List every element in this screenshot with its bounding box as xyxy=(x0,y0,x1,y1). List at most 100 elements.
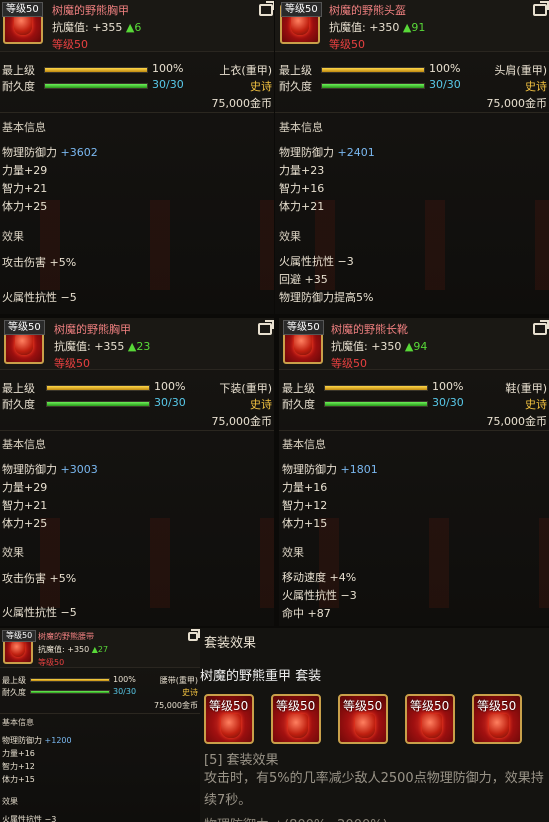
share-icon[interactable] xyxy=(533,320,549,335)
equipment-slot: 上衣(重甲) xyxy=(219,64,272,77)
stat-physical-defense: 物理防御力 +1801 xyxy=(282,463,378,476)
equipment-slot: 头肩(重甲) xyxy=(494,64,547,77)
level-requirement: 等级50 xyxy=(52,38,88,51)
level-requirement: 等级50 xyxy=(329,38,365,51)
max-level-percent: 100% xyxy=(432,380,464,393)
basic-info-title: 基本信息 xyxy=(282,438,326,451)
item-name: 树魔的野熊长靴 xyxy=(331,323,408,336)
set-bonus-header: [5] 套装效果 xyxy=(204,753,279,768)
effect-title: 效果 xyxy=(2,230,24,243)
share-icon[interactable] xyxy=(259,1,274,16)
effect-title: 效果 xyxy=(2,797,18,806)
effect-line: 回避 +35 xyxy=(279,273,328,286)
effect-title: 效果 xyxy=(2,546,24,559)
basic-info-title: 基本信息 xyxy=(2,718,34,727)
stat-intelligence: 智力+12 xyxy=(282,499,328,512)
price-label: 75,000金币 xyxy=(211,97,273,110)
stat-vitality: 体力+15 xyxy=(282,517,328,530)
stat-physical-defense: 物理防御力 +3602 xyxy=(2,146,98,159)
share-icon[interactable] xyxy=(533,1,549,16)
set-piece-boots-slot[interactable]: 等级50 xyxy=(472,694,522,744)
set-piece-helmet-slot[interactable]: 等级50 xyxy=(271,694,321,744)
effect-line: 攻击伤害 +5% xyxy=(2,572,77,585)
set-piece-belt-slot[interactable]: 等级50 xyxy=(405,694,455,744)
set-piece-chest-slot[interactable]: 等级50 xyxy=(204,694,254,744)
divider xyxy=(279,430,549,431)
max-level-label: 最上级 xyxy=(2,64,35,77)
max-level-percent: 100% xyxy=(113,675,136,684)
durability-label: 耐久度 xyxy=(2,80,35,93)
max-level-bar xyxy=(321,67,425,73)
stat-vitality: 体力+25 xyxy=(2,200,48,213)
effect-line: 攻击伤害 +5% xyxy=(2,256,77,269)
stat-strength: 力量+29 xyxy=(2,481,48,494)
effect-line: 命中 +87 xyxy=(282,607,331,620)
stat-intelligence: 智力+16 xyxy=(279,182,325,195)
effect-line: 火属性抗性 −5 xyxy=(2,291,77,304)
effect-line: 火属性抗性 −3 xyxy=(282,589,357,602)
basic-info-title: 基本信息 xyxy=(279,121,323,134)
equipment-slot: 下装(重甲) xyxy=(219,382,272,395)
item-tooltip-chest: 等级50 树魔的野熊胸甲 抗魔值: +355 ▲6 等级50 最上级 100% … xyxy=(0,0,274,314)
set-effect-panel: 套装效果 树魔的野熊重甲 套装 等级50 等级50 等级50 等级50 等级50… xyxy=(200,628,549,822)
enchant-value: 抗魔值: +355 ▲6 xyxy=(52,21,142,34)
effect-line: 火属性抗性 −3 xyxy=(2,815,57,822)
durability-label: 耐久度 xyxy=(282,398,315,411)
max-level-bar xyxy=(44,67,148,73)
set-piece-pants-slot[interactable]: 等级50 xyxy=(338,694,388,744)
level-badge: 等级50 xyxy=(2,2,43,17)
durability-value: 30/30 xyxy=(152,78,184,91)
item-name: 树魔的野熊胸甲 xyxy=(54,323,131,336)
set-name: 树魔的野熊重甲 套装 xyxy=(200,669,322,684)
durability-value: 30/30 xyxy=(432,396,464,409)
stat-intelligence: 智力+21 xyxy=(2,182,48,195)
item-tooltip-belt: 等级50 树魔的野熊腰带 抗魔值: +350 ▲27 等级50 最上级 100%… xyxy=(0,628,200,822)
stat-physical-defense: 物理防御力 +1200 xyxy=(2,736,72,745)
rarity-label: 史诗 xyxy=(525,398,547,411)
divider xyxy=(0,713,200,714)
rarity-label: 史诗 xyxy=(182,688,198,697)
equipment-slot: 鞋(重甲) xyxy=(505,382,547,395)
durability-bar xyxy=(30,690,110,694)
stat-strength: 力量+16 xyxy=(282,481,328,494)
share-icon[interactable] xyxy=(188,629,200,641)
max-level-bar xyxy=(324,385,428,391)
stat-physical-defense: 物理防御力 +3003 xyxy=(2,463,98,476)
durability-bar xyxy=(44,83,148,89)
level-requirement: 等级50 xyxy=(331,357,367,370)
durability-value: 30/30 xyxy=(113,687,137,696)
max-level-bar xyxy=(30,678,110,682)
effect-line: 火属性抗性 −5 xyxy=(2,606,77,619)
stat-vitality: 体力+15 xyxy=(2,775,35,784)
stat-strength: 力量+23 xyxy=(279,164,325,177)
durability-bar xyxy=(46,401,150,407)
basic-info-title: 基本信息 xyxy=(2,121,46,134)
durability-value: 30/30 xyxy=(429,78,461,91)
durability-bar xyxy=(324,401,428,407)
durability-label: 耐久度 xyxy=(2,688,26,697)
stat-strength: 力量+29 xyxy=(2,164,48,177)
level-requirement: 等级50 xyxy=(54,357,90,370)
max-level-label: 最上级 xyxy=(2,382,35,395)
rarity-label: 史诗 xyxy=(250,398,272,411)
divider xyxy=(0,430,274,431)
level-badge: 等级50 xyxy=(283,320,324,335)
level-badge: 等级50 xyxy=(281,2,322,17)
price-label: 75,000金币 xyxy=(486,97,548,110)
enchant-value: 抗魔值: +350 ▲91 xyxy=(329,21,426,34)
level-badge: 等级50 xyxy=(2,630,37,642)
effect-line: 移动速度 +4% xyxy=(282,571,357,584)
set-bonus-description: 攻击时，有5%的几率减少敌人2500点物理防御力，效果持续7秒。 xyxy=(204,771,544,808)
share-icon[interactable] xyxy=(258,320,274,335)
enchant-value: 抗魔值: +350 ▲27 xyxy=(38,645,109,654)
level-badge: 等级50 xyxy=(4,320,45,335)
divider xyxy=(0,112,274,113)
item-name: 树魔的野熊胸甲 xyxy=(52,4,129,17)
set-effect-title: 套装效果 xyxy=(204,636,257,651)
stat-vitality: 体力+21 xyxy=(279,200,325,213)
enchant-value: 抗魔值: +355 ▲23 xyxy=(54,340,151,353)
stat-intelligence: 智力+21 xyxy=(2,499,48,512)
max-level-label: 最上级 xyxy=(2,676,26,685)
price-label: 75,000金币 xyxy=(154,701,198,710)
enchant-value: 抗魔值: +350 ▲94 xyxy=(331,340,428,353)
